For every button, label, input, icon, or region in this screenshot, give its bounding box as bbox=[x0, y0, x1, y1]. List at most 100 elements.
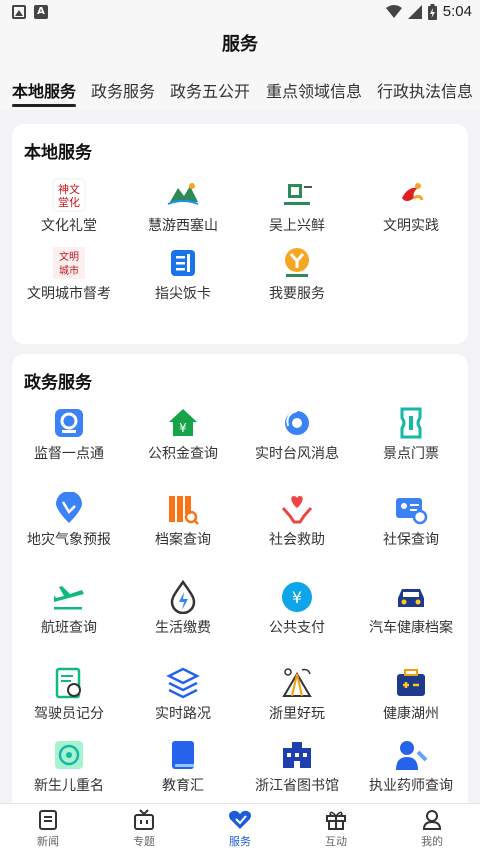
category-tabs: 本地服务 政务服务 政务五公开 重点领域信息 行政执法信息 bbox=[0, 70, 480, 110]
tv-icon bbox=[134, 809, 154, 830]
civilized-city-logo-icon: 文明城市 bbox=[53, 247, 85, 279]
service-label: 汽车健康档案 bbox=[369, 620, 453, 636]
nav-topics[interactable]: 专题 bbox=[96, 809, 192, 849]
status-system: 5:04 bbox=[385, 3, 472, 20]
status-notifications: A bbox=[12, 5, 48, 19]
service-typhoon-info[interactable]: 实时台风消息 bbox=[240, 406, 354, 463]
service-zheli-fun[interactable]: 浙里好玩 bbox=[240, 666, 354, 723]
pharmacist-icon bbox=[396, 741, 428, 770]
nav-label: 我的 bbox=[421, 835, 443, 848]
service-civilization-practice[interactable]: 文明实践 bbox=[354, 178, 468, 235]
service-label: 社会救助 bbox=[269, 532, 325, 548]
svg-text:城市: 城市 bbox=[59, 264, 79, 277]
tab-key-areas-info[interactable]: 重点领域信息 bbox=[266, 78, 362, 102]
service-flight-query[interactable]: 航班查询 bbox=[12, 580, 126, 637]
bottom-navigation: 新闻 专题 服务 互动 我的 bbox=[0, 803, 480, 853]
gift-icon bbox=[326, 811, 346, 830]
service-culture-hall[interactable]: 神文 堂化 文化礼堂 bbox=[12, 178, 126, 235]
service-label: 社保查询 bbox=[383, 532, 439, 548]
service-label: 浙里好玩 bbox=[269, 706, 325, 722]
tab-law-enforcement-info[interactable]: 行政执法信息 bbox=[377, 78, 473, 102]
nav-label: 互动 bbox=[325, 835, 347, 848]
housing-fund-icon: ¥ bbox=[169, 409, 197, 436]
archive-icon bbox=[169, 496, 199, 525]
service-wushang-fresh[interactable]: 吴上兴鲜 bbox=[240, 178, 354, 235]
public-payment-icon: ¥ bbox=[282, 582, 312, 612]
xisaishan-logo-icon bbox=[167, 183, 199, 205]
service-archive-query[interactable]: 档案查询 bbox=[126, 492, 240, 549]
tab-government-services[interactable]: 政务服务 bbox=[91, 78, 155, 102]
service-geo-disaster-forecast[interactable]: 地灾气象预报 bbox=[12, 492, 126, 549]
news-icon bbox=[39, 810, 57, 830]
service-label: 生活缴费 bbox=[155, 620, 211, 636]
service-label: 档案查询 bbox=[155, 532, 211, 548]
meal-card-icon bbox=[171, 250, 195, 276]
service-label: 实时路况 bbox=[155, 706, 211, 722]
service-civilized-city-inspection[interactable]: 文明 城市 文明城市督考 bbox=[12, 246, 126, 303]
service-label: 公积金查询 bbox=[148, 446, 218, 462]
newborn-name-icon bbox=[55, 741, 83, 769]
service-fingertip-meal-card[interactable]: 指尖饭卡 bbox=[126, 246, 240, 303]
service-zhejiang-library[interactable]: 浙江省图书馆 bbox=[240, 738, 354, 795]
service-car-health-record[interactable]: 汽车健康档案 bbox=[354, 580, 468, 637]
service-utility-payment[interactable]: 生活缴费 bbox=[126, 580, 240, 637]
library-building-icon bbox=[283, 742, 311, 768]
service-pharmacist-query[interactable]: 执业药师查询 bbox=[354, 738, 468, 795]
active-tab-indicator bbox=[12, 104, 76, 107]
airplane-icon bbox=[54, 586, 84, 610]
service-label: 文明实践 bbox=[383, 218, 439, 234]
wifi-icon bbox=[385, 4, 402, 18]
ticket-icon bbox=[400, 407, 422, 439]
service-label: 公共支付 bbox=[269, 620, 325, 636]
user-icon bbox=[422, 810, 442, 830]
svg-text:¥: ¥ bbox=[292, 588, 302, 607]
service-scenic-tickets[interactable]: 景点门票 bbox=[354, 406, 468, 463]
wushang-fresh-logo-icon bbox=[284, 184, 312, 205]
service-label: 浙江省图书馆 bbox=[255, 778, 339, 794]
medical-kit-icon bbox=[397, 669, 425, 696]
nav-news[interactable]: 新闻 bbox=[0, 809, 96, 849]
nav-interaction[interactable]: 互动 bbox=[288, 809, 384, 849]
tab-government-disclosure[interactable]: 政务五公开 bbox=[170, 78, 250, 102]
i-want-service-logo-icon bbox=[285, 248, 309, 277]
social-security-icon bbox=[396, 498, 428, 525]
service-education-hub[interactable]: 教育汇 bbox=[126, 738, 240, 795]
tab-local-services[interactable]: 本地服务 bbox=[12, 78, 76, 102]
service-social-security-query[interactable]: 社保查询 bbox=[354, 492, 468, 549]
service-label: 新生儿重名 bbox=[34, 778, 104, 794]
service-realtime-traffic[interactable]: 实时路况 bbox=[126, 666, 240, 723]
driver-points-icon bbox=[55, 667, 81, 699]
service-supervision[interactable]: 监督一点通 bbox=[12, 406, 126, 463]
svg-text:堂化: 堂化 bbox=[58, 195, 80, 209]
status-time: 5:04 bbox=[442, 3, 472, 20]
service-healthy-huzhou[interactable]: 健康湖州 bbox=[354, 666, 468, 723]
svg-text:¥: ¥ bbox=[179, 421, 187, 435]
tent-icon bbox=[282, 668, 312, 697]
government-services-card: 政务服务 监督一点通 ¥ 公积金查询 实时台风消息 景点门票 地灾气象预报 档案… bbox=[12, 354, 468, 814]
nav-label: 新闻 bbox=[37, 835, 59, 848]
supervision-icon bbox=[55, 409, 83, 437]
book-icon bbox=[172, 741, 194, 769]
service-driver-points[interactable]: 驾驶员记分 bbox=[12, 666, 126, 723]
service-housing-fund[interactable]: ¥ 公积金查询 bbox=[126, 406, 240, 463]
geo-disaster-icon bbox=[56, 492, 82, 523]
battery-icon bbox=[427, 3, 437, 20]
service-newborn-duplicate-name[interactable]: 新生儿重名 bbox=[12, 738, 126, 795]
service-label: 慧游西塞山 bbox=[148, 218, 218, 234]
signal-icon bbox=[407, 4, 422, 19]
section-title: 本地服务 bbox=[24, 143, 92, 163]
service-public-payment[interactable]: ¥ 公共支付 bbox=[240, 580, 354, 637]
service-social-assistance[interactable]: 社会救助 bbox=[240, 492, 354, 549]
local-services-card: 本地服务 神文 堂化 文化礼堂 慧游西塞山 吴上兴鲜 文明实践 文明 城市 文明城市… bbox=[12, 124, 468, 344]
service-xisaishan-tour[interactable]: 慧游西塞山 bbox=[126, 178, 240, 235]
social-assistance-icon bbox=[281, 496, 313, 524]
service-label: 文化礼堂 bbox=[41, 218, 97, 234]
nav-mine[interactable]: 我的 bbox=[384, 809, 480, 849]
service-label: 实时台风消息 bbox=[255, 446, 339, 462]
service-label: 执业药师查询 bbox=[369, 778, 453, 794]
car-icon bbox=[398, 589, 424, 607]
services-heart-icon bbox=[229, 810, 251, 829]
nav-services[interactable]: 服务 bbox=[192, 809, 288, 849]
service-label: 教育汇 bbox=[162, 778, 204, 794]
service-i-want-service[interactable]: 我要服务 bbox=[240, 246, 354, 303]
